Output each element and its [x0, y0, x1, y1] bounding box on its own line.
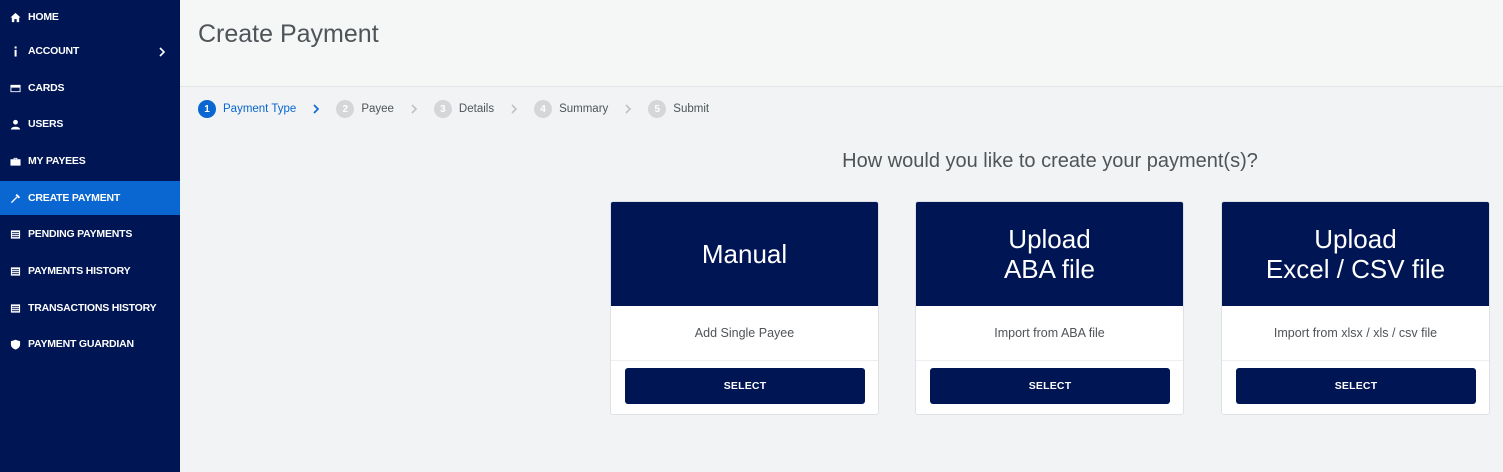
sidebar-item-payments-history[interactable]: PAYMENTS HISTORY	[0, 254, 180, 288]
card-manual: Manual Add Single Payee SELECT	[610, 201, 879, 415]
page-title: Create Payment	[198, 20, 379, 48]
step-number: 3	[433, 100, 452, 118]
card-description: Import from ABA file	[916, 306, 1183, 361]
card-title-line: Upload	[1314, 224, 1397, 254]
users-icon	[0, 119, 28, 130]
card-title: Upload Excel / CSV file	[1222, 202, 1489, 306]
page-header: Create Payment	[180, 0, 1503, 87]
home-icon	[0, 12, 28, 23]
sidebar-item-label: TRANSACTIONS HISTORY	[28, 302, 157, 314]
sidebar-item-label: CARDS	[28, 82, 65, 94]
sidebar-item-transactions-history[interactable]: TRANSACTIONS HISTORY	[0, 291, 180, 325]
card-title-line: ABA file	[1003, 254, 1096, 284]
card-upload-aba: Upload ABA file Import from ABA file SEL…	[915, 201, 1184, 415]
sidebar-item-create-payment[interactable]: CREATE PAYMENT	[0, 181, 180, 215]
sidebar-item-home[interactable]: HOME	[0, 0, 180, 34]
card-icon	[0, 83, 28, 94]
list-icon	[0, 266, 28, 277]
card-title: Manual	[611, 202, 878, 306]
sidebar-item-cards[interactable]: CARDS	[0, 71, 180, 105]
sidebar-item-label: ACCOUNT	[28, 45, 80, 57]
shield-icon	[0, 339, 28, 350]
select-manual-button[interactable]: SELECT	[625, 368, 865, 404]
step-payee[interactable]: 2 Payee	[336, 100, 394, 118]
chevron-right-icon	[622, 103, 634, 115]
sidebar-item-label: PAYMENTS HISTORY	[28, 265, 131, 277]
step-label: Details	[458, 103, 495, 115]
sidebar-item-label: CREATE PAYMENT	[28, 192, 121, 204]
sidebar-item-pending-payments[interactable]: PENDING PAYMENTS	[0, 217, 180, 251]
card-title-line: Upload	[1008, 224, 1091, 254]
step-number: 4	[534, 100, 553, 118]
card-title-line: Excel / CSV file	[1265, 254, 1446, 284]
card-title: Upload ABA file	[916, 202, 1183, 306]
briefcase-icon	[0, 156, 28, 167]
sidebar-item-users[interactable]: USERS	[0, 107, 180, 141]
select-excel-csv-button[interactable]: SELECT	[1236, 368, 1476, 404]
sidebar-item-payment-guardian[interactable]: PAYMENT GUARDIAN	[0, 327, 180, 361]
step-summary[interactable]: 4 Summary	[534, 100, 608, 118]
sidebar-item-label: PENDING PAYMENTS	[28, 228, 133, 240]
step-payment-type[interactable]: 1 Payment Type	[198, 100, 296, 118]
card-description: Add Single Payee	[611, 306, 878, 361]
chevron-right-icon	[310, 103, 322, 115]
step-submit[interactable]: 5 Submit	[648, 100, 709, 118]
sidebar-item-label: PAYMENT GUARDIAN	[28, 338, 134, 350]
card-title-line: Manual	[701, 239, 788, 269]
step-details[interactable]: 3 Details	[433, 100, 495, 118]
sidebar-item-my-payees[interactable]: MY PAYEES	[0, 144, 180, 178]
chevron-right-icon	[408, 103, 420, 115]
step-label: Summary	[559, 103, 609, 115]
payment-method-question: How would you like to create your paymen…	[842, 150, 1258, 172]
sidebar-item-label: USERS	[28, 118, 64, 130]
card-description: Import from xlsx / xls / csv file	[1222, 306, 1489, 361]
sidebar: HOME ACCOUNT CARDS USERS MY PAYEES CREAT…	[0, 0, 180, 472]
card-upload-excel-csv: Upload Excel / CSV file Import from xlsx…	[1221, 201, 1490, 415]
step-number: 1	[198, 100, 216, 118]
step-label: Payment Type	[223, 103, 297, 115]
step-number: 2	[336, 100, 355, 118]
step-label: Payee	[361, 103, 394, 115]
chevron-right-icon	[156, 45, 168, 57]
sidebar-item-label: HOME	[28, 11, 59, 23]
step-label: Submit	[673, 103, 710, 115]
list-icon	[0, 229, 28, 240]
payment-stepper: 1 Payment Type 2 Payee 3 Details 4 Summa…	[198, 100, 709, 118]
list-icon	[0, 303, 28, 314]
info-icon	[0, 45, 28, 57]
sidebar-item-label: MY PAYEES	[28, 155, 86, 167]
sidebar-item-account[interactable]: ACCOUNT	[0, 34, 180, 68]
step-number: 5	[648, 100, 667, 118]
chevron-right-icon	[508, 103, 520, 115]
tools-icon	[0, 193, 28, 204]
select-aba-button[interactable]: SELECT	[930, 368, 1170, 404]
